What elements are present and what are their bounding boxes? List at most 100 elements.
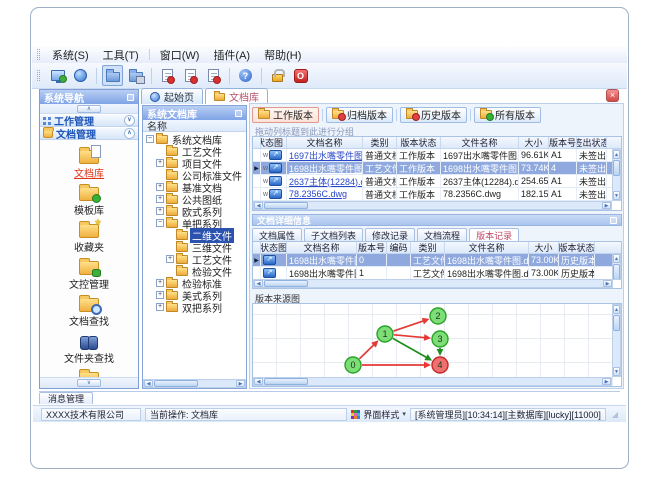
tree-toggle-collapse[interactable]: − [146,135,154,143]
button-归档版本[interactable]: 归档版本 [326,106,393,123]
sidebar-item-签出的文档[interactable]: 签出的文档 [43,367,135,377]
tree-toggle-expand[interactable]: + [156,183,164,191]
column-header-签出状态[interactable]: 签出状态 [577,137,607,148]
toolbar-grip[interactable] [37,70,40,81]
pin-icon[interactable] [610,216,617,224]
menu-item-5[interactable]: 帮助(H) [257,46,308,64]
sidebar-item-收藏夹[interactable]: 收藏夹 [43,217,135,254]
scrollbar-thumb[interactable] [613,315,620,331]
tree-toggle-collapse[interactable]: − [156,219,164,227]
sidebar-item-文件夹查找[interactable]: 文件夹查找 [43,330,135,365]
message-button-2[interactable] [180,65,201,86]
table-row[interactable]: w↗78.2356C.dwg普通文档工作版本78.2356C.dwg182.15… [253,188,621,201]
network-button[interactable] [70,65,91,86]
message-button-1[interactable] [157,65,178,86]
column-header-大小[interactable]: 大小 [519,137,549,148]
interface-style-button[interactable]: 界面样式 ▾ [351,408,406,421]
table-horizontal-scrollbar[interactable]: ◀ ▶ [253,201,612,210]
chevron-down-icon[interactable]: ∨ [124,115,135,126]
pin-icon[interactable] [235,109,242,117]
menu-item-3[interactable]: 窗口(W) [153,46,207,64]
button-所有版本[interactable]: 所有版本 [474,106,541,123]
table-row[interactable]: w↗1697出水嘴零件图.dwg普通文档工作版本1697出水嘴零件图.dwg96… [253,149,621,162]
column-header-类别[interactable]: 类别 [363,137,397,148]
lock-button[interactable] [267,65,288,86]
column-header-大小[interactable]: 大小 [529,242,559,253]
column-header-版本号[interactable]: 版本号 [357,242,387,253]
scroll-up-arrow[interactable]: ▲ [613,305,620,314]
scroll-up-arrow[interactable]: ▲ [613,150,620,159]
sidebar-item-文控管理[interactable]: 文控管理 [43,256,135,291]
pin-icon[interactable] [127,93,134,101]
chevron-up-icon[interactable]: ∧ [124,128,135,139]
scroll-right-arrow[interactable]: ▶ [602,202,611,209]
table-row[interactable]: w↗2637主体(12284).dwg普通文档工作版本2637主体(12284)… [253,175,621,188]
column-header-文件名称[interactable]: 文件名称 [445,242,529,253]
tab-start[interactable]: 起始页 [141,88,203,104]
message-button-3[interactable] [203,65,224,86]
tree-toggle-expand[interactable]: + [156,195,164,203]
menu-item-4[interactable]: 插件(A) [206,46,257,64]
column-header-类别[interactable]: 类别 [411,242,445,253]
table-horizontal-scrollbar[interactable]: ◀ ▶ [253,279,613,288]
button-工作版本[interactable]: 工作版本 [252,106,319,123]
scroll-right-arrow[interactable]: ▶ [602,378,611,385]
table-vertical-scrollbar[interactable]: ▲▼ [612,253,621,280]
scroll-right-arrow[interactable]: ▶ [236,380,245,387]
sidebar-section-document[interactable]: 文档管理 ∧ [40,126,138,141]
table-row[interactable]: ▶w↗1698出水嘴零件图.dwg工艺文件工作版本1698出水嘴零件图.dwg7… [253,162,621,175]
scrollbar-thumb[interactable] [264,378,308,385]
table-vertical-scrollbar[interactable]: ▲▼ [612,149,621,201]
tab-doclib[interactable]: 文档库 [205,88,268,104]
document-link[interactable]: 1698出水嘴零件图.dwg [289,162,362,174]
document-library-button[interactable] [102,65,123,86]
sync-button[interactable] [47,65,68,86]
menu-item-1[interactable]: 系统(S) [45,46,96,64]
button-历史版本[interactable]: 历史版本 [400,106,467,123]
document-link[interactable]: 2637主体(12284).dwg [289,175,362,187]
tree-toggle-expand[interactable]: + [156,207,164,215]
sidebar-item-文档查找[interactable]: 文档查找 [43,293,135,328]
tree-horizontal-scrollbar[interactable]: ◀ ▶ [143,379,246,388]
exit-button[interactable]: O [290,65,311,86]
column-header-状态图[interactable]: 状态图▲ [261,137,287,148]
detail-tab-文档流程[interactable]: 文档流程 [417,228,468,241]
scrollbar-thumb[interactable] [613,264,620,279]
scroll-left-arrow[interactable]: ◀ [254,202,263,209]
tree-toggle-expand[interactable]: + [156,291,164,299]
workspace-button[interactable] [125,65,146,86]
column-header-编码[interactable]: 编码 [387,242,411,253]
column-header-版本号[interactable]: 版本号 [549,137,577,148]
scroll-down-button[interactable]: ∨ [77,379,101,387]
tree-toggle-expand[interactable]: + [156,159,164,167]
scroll-up-arrow[interactable]: ▲ [613,254,620,263]
column-header-文档名称[interactable]: 文档名称 [287,242,357,253]
column-header-文档名称[interactable]: 文档名称 [287,137,363,148]
scroll-left-arrow[interactable]: ◀ [254,378,263,385]
column-header-版本状态[interactable]: 版本状态 [397,137,441,148]
menu-grip[interactable] [37,49,40,60]
tree-node[interactable]: + 双把系列 [143,300,246,315]
tree-toggle-expand[interactable]: + [156,303,164,311]
resize-grip[interactable]: ◢ [612,410,618,419]
sidebar-item-文档库[interactable]: 文档库 [43,145,135,180]
scrollbar-thumb[interactable] [264,202,308,209]
document-link[interactable]: 1697出水嘴零件图.dwg [289,149,362,161]
column-header-文件名称[interactable]: 文件名称 [441,137,519,148]
menu-item-2[interactable]: 工具(T) [96,46,146,64]
column-header-状态图[interactable]: 状态图 [261,242,287,253]
scrollbar-thumb[interactable] [264,280,308,287]
scrollbar-thumb[interactable] [613,160,620,176]
detail-tab-版本记录[interactable]: 版本记录 [469,228,520,241]
graph-vertical-scrollbar[interactable]: ▲ ▼ [612,304,621,377]
graph-horizontal-scrollbar[interactable]: ◀ ▶ [253,377,612,386]
scrollbar-thumb[interactable] [154,380,198,387]
document-link[interactable]: 78.2356C.dwg [289,189,347,199]
scroll-right-arrow[interactable]: ▶ [603,280,612,287]
detail-tab-文档属性[interactable]: 文档属性 [252,228,303,241]
tree-column-header[interactable]: 名称 [143,120,246,133]
tab-message-management[interactable]: 消息管理 [39,392,94,404]
detail-tab-修改记录[interactable]: 修改记录 [365,228,416,241]
column-header-版本状态[interactable]: 版本状态 [559,242,595,253]
collapse-button[interactable]: ∧ [77,104,101,113]
